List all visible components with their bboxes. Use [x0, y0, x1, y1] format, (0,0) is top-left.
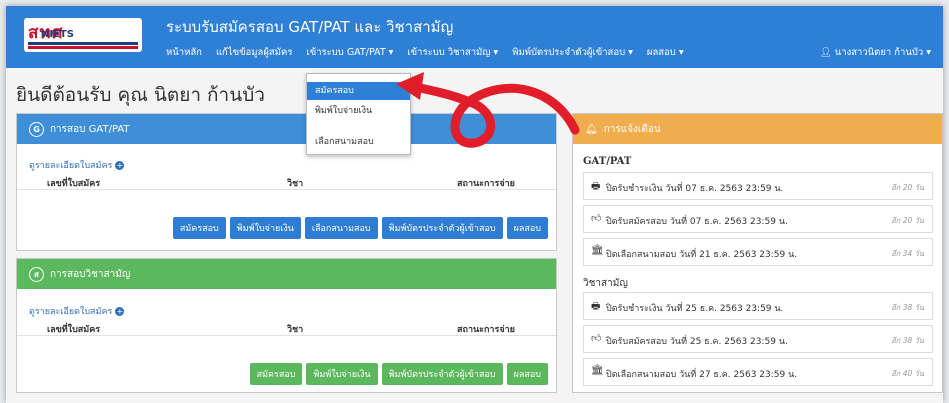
- common-detail-link-label: ดูรายละเอียดใบสมัคร: [29, 307, 113, 317]
- gatpat-panel-title: การสอบ GAT/PAT: [50, 123, 130, 135]
- notif-gatpat-title: GAT/PAT: [583, 156, 632, 167]
- notification-time: อีก 38 วัน: [891, 303, 924, 312]
- dropdown-item-choose-center[interactable]: เลือกสนามสอบ: [307, 133, 410, 151]
- notification-time: อีก 40 วัน: [891, 369, 924, 378]
- col-subject: วิชา: [287, 179, 304, 189]
- col-subject: วิชา: [287, 325, 304, 335]
- top-navbar: สทศ NIETS ระบบรับสมัครสอบ GAT/PAT และ วิ…: [6, 6, 943, 68]
- notification-item: 🖶︎ ปิดรับชำระเงิน วันที่ 07 ธ.ค. 2563 23…: [583, 172, 933, 200]
- plus-circle-icon: +: [115, 307, 125, 316]
- col-payment-status: สถานะการจ่าย: [457, 179, 515, 189]
- thumbs-up-icon: 👍︎: [591, 333, 602, 344]
- common-panel-header: ส การสอบวิชาสามัญ: [17, 259, 556, 289]
- notifications-panel: 🔔︎ การแจ้งเตือน GAT/PAT 🖶︎ ปิดรับชำระเงิ…: [572, 113, 943, 393]
- notification-text: ปิดรับสมัครสอบ วันที่ 07 ธ.ค. 2563 23:59…: [606, 217, 788, 227]
- gatpat-choose-center-button[interactable]: เลือกสนามสอบ: [304, 217, 378, 239]
- app-window: สทศ NIETS ระบบรับสมัครสอบ GAT/PAT และ วิ…: [6, 6, 943, 403]
- notification-item: 🏛︎ ปิดเลือกสนามสอบ วันที่ 27 ธ.ค. 2563 2…: [583, 358, 933, 386]
- col-application-no: เลขที่ใบสมัคร: [47, 179, 101, 189]
- common-apply-button[interactable]: สมัครสอบ: [249, 363, 303, 385]
- col-payment-status: สถานะการจ่าย: [457, 325, 515, 335]
- notification-item: 🖶︎ ปิดรับชำระเงิน วันที่ 25 ธ.ค. 2563 23…: [583, 292, 933, 320]
- common-s-icon: ส: [29, 266, 44, 282]
- gatpat-g-icon: G: [29, 121, 44, 137]
- gatpat-results-button[interactable]: ผลสอบ: [506, 217, 548, 239]
- user-icon: 👤︎: [819, 47, 832, 58]
- plus-circle-icon: +: [115, 161, 125, 170]
- dropdown-item-print-payment[interactable]: พิมพ์ใบจ่ายเงิน: [307, 102, 410, 120]
- logo-abbr-text: NIETS: [41, 29, 74, 40]
- site-title: ระบบรับสมัครสอบ GAT/PAT และ วิชาสามัญ: [166, 18, 454, 36]
- notification-time: อีก 20 วัน: [891, 216, 924, 225]
- niets-logo[interactable]: สทศ NIETS: [24, 18, 142, 52]
- gatpat-actions: สมัครสอบ พิมพ์ใบจ่ายเงิน เลือกสนามสอบ พิ…: [172, 217, 548, 239]
- col-application-no: เลขที่ใบสมัคร: [47, 325, 101, 335]
- notification-time: อีก 20 วัน: [891, 183, 924, 192]
- printer-icon: 🖶︎: [591, 181, 601, 192]
- welcome-heading: ยินดีต้อนรับ คุณ นิตยา ก้านบัว: [16, 84, 265, 106]
- gatpat-panel-header: G การสอบ GAT/PAT: [17, 114, 556, 144]
- notification-time: อีก 34 วัน: [891, 249, 924, 258]
- building-icon: 🏛︎: [591, 365, 604, 376]
- common-actions: สมัครสอบ พิมพ์ใบจ่ายเงิน พิมพ์บัตรประจำต…: [249, 363, 548, 385]
- common-print-card-button[interactable]: พิมพ์บัตรประจำตัวผู้เข้าสอบ: [381, 363, 503, 385]
- user-menu[interactable]: 👤︎ นางสาวนิตยา ก้านบัว ▾: [820, 45, 931, 60]
- notifications-title: การแจ้งเตือน: [603, 123, 661, 135]
- thumbs-up-icon: 👍︎: [591, 213, 602, 224]
- gatpat-detail-link-label: ดูรายละเอียดใบสมัคร: [29, 161, 113, 171]
- main-nav: หน้าหลัก แก้ไขข้อมูลผู้สมัคร เข้าระบบ GA…: [166, 45, 684, 60]
- notification-text: ปิดเลือกสนามสอบ วันที่ 21 ธ.ค. 2563 23:5…: [606, 250, 798, 260]
- notification-item: 👍︎ ปิดรับสมัครสอบ วันที่ 25 ธ.ค. 2563 23…: [583, 325, 933, 353]
- gatpat-print-payment-button[interactable]: พิมพ์ใบจ่ายเงิน: [229, 217, 301, 239]
- common-detail-link[interactable]: ดูรายละเอียดใบสมัคร +: [29, 304, 125, 318]
- nav-print-card-menu[interactable]: พิมพ์บัตรประจำตัวผู้เข้าสอบ ▾: [512, 45, 633, 60]
- notification-text: ปิดเลือกสนามสอบ วันที่ 27 ธ.ค. 2563 23:5…: [606, 370, 798, 380]
- gatpat-detail-link[interactable]: ดูรายละเอียดใบสมัคร +: [29, 158, 125, 172]
- common-print-payment-button[interactable]: พิมพ์ใบจ่ายเงิน: [306, 363, 378, 385]
- notification-item: 🏛︎ ปิดเลือกสนามสอบ วันที่ 21 ธ.ค. 2563 2…: [583, 238, 933, 266]
- common-panel: ส การสอบวิชาสามัญ ดูรายละเอียดใบสมัคร + เ…: [16, 258, 557, 393]
- nav-home[interactable]: หน้าหลัก: [166, 45, 202, 60]
- notification-text: ปิดรับชำระเงิน วันที่ 25 ธ.ค. 2563 23:59…: [606, 304, 784, 314]
- logo-stripe-red: [28, 46, 138, 49]
- gatpat-apply-button[interactable]: สมัครสอบ: [172, 217, 226, 239]
- logo-stripe-blue: [28, 42, 138, 45]
- gatpat-dropdown-menu: สมัครสอบ พิมพ์ใบจ่ายเงิน เลือกสนามสอบ: [306, 73, 411, 155]
- notifications-header: 🔔︎ การแจ้งเตือน: [573, 114, 942, 144]
- building-icon: 🏛︎: [591, 245, 604, 256]
- nav-edit-profile[interactable]: แก้ไขข้อมูลผู้สมัคร: [216, 45, 293, 60]
- common-results-button[interactable]: ผลสอบ: [506, 363, 548, 385]
- gatpat-panel: G การสอบ GAT/PAT ดูรายละเอียดใบสมัคร + เล…: [16, 113, 557, 251]
- common-panel-title: การสอบวิชาสามัญ: [50, 268, 131, 280]
- printer-icon: 🖶︎: [591, 301, 601, 312]
- bell-icon: 🔔︎: [585, 123, 598, 135]
- user-name: นางสาวนิตยา ก้านบัว ▾: [834, 47, 931, 58]
- notification-time: อีก 38 วัน: [891, 336, 924, 345]
- dropdown-item-apply[interactable]: สมัครสอบ: [307, 82, 410, 100]
- gatpat-table-header: เลขที่ใบสมัคร วิชา สถานะการจ่าย: [17, 174, 556, 190]
- notification-item: 👍︎ ปิดรับสมัครสอบ วันที่ 07 ธ.ค. 2563 23…: [583, 205, 933, 233]
- gatpat-print-card-button[interactable]: พิมพ์บัตรประจำตัวผู้เข้าสอบ: [381, 217, 503, 239]
- notification-text: ปิดรับสมัครสอบ วันที่ 25 ธ.ค. 2563 23:59…: [606, 337, 788, 347]
- common-table-header: เลขที่ใบสมัคร วิชา สถานะการจ่าย: [17, 320, 556, 336]
- nav-gatpat-menu[interactable]: เข้าระบบ GAT/PAT ▾: [306, 45, 393, 60]
- nav-results-menu[interactable]: ผลสอบ ▾: [647, 45, 684, 60]
- notification-text: ปิดรับชำระเงิน วันที่ 07 ธ.ค. 2563 23:59…: [606, 184, 784, 194]
- notif-common-title: วิชาสามัญ: [583, 278, 628, 289]
- nav-common-menu[interactable]: เข้าระบบ วิชาสามัญ ▾: [407, 45, 498, 60]
